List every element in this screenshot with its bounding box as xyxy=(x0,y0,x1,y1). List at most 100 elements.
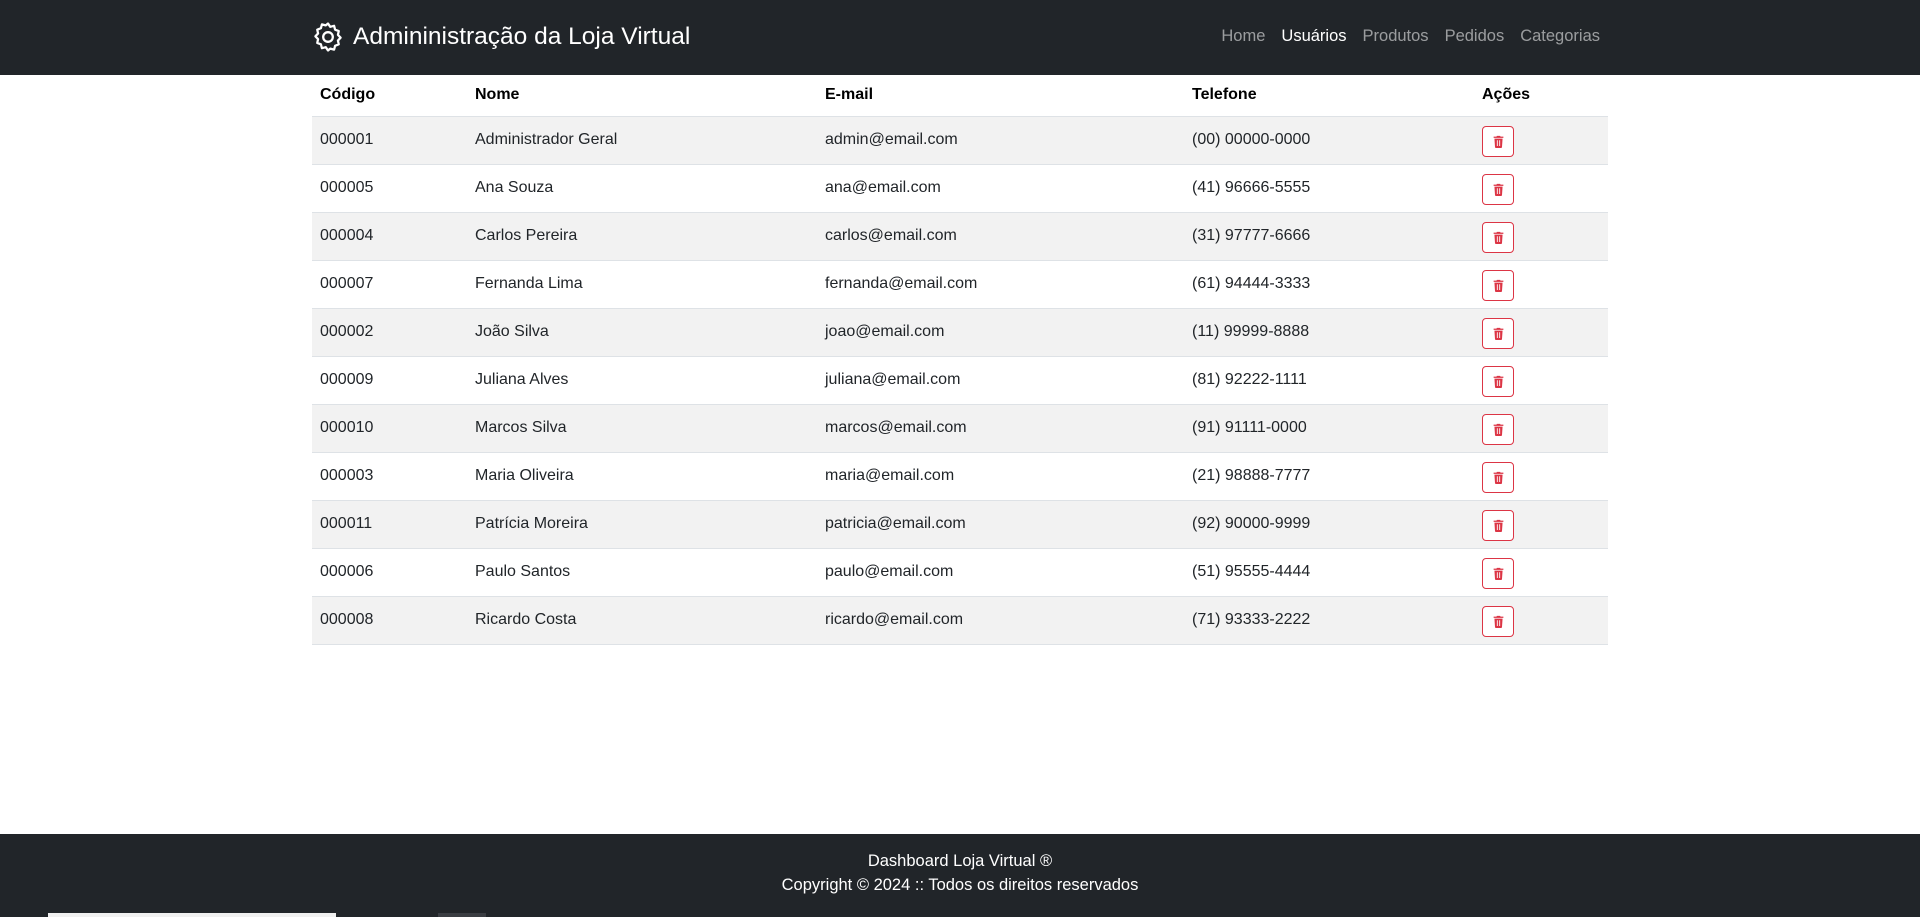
cell-phone: (81) 92222-1111 xyxy=(1184,356,1474,405)
trash-icon xyxy=(1492,423,1505,436)
delete-user-button[interactable] xyxy=(1482,318,1514,349)
trash-icon xyxy=(1492,375,1505,388)
brand-link[interactable]: Admininistração da Loja Virtual xyxy=(311,18,690,56)
nav-link-usuarios[interactable]: Usuários xyxy=(1281,27,1346,46)
cell-name: Fernanda Lima xyxy=(467,260,817,309)
table-row: 000005 Ana Souza ana@email.com (41) 96666-5… xyxy=(312,164,1608,213)
delete-user-button[interactable] xyxy=(1482,270,1514,301)
taskbar-strip-dark xyxy=(438,913,486,917)
cell-actions xyxy=(1474,212,1608,261)
cell-name: João Silva xyxy=(467,308,817,357)
cell-phone: (00) 00000-0000 xyxy=(1184,116,1474,165)
cell-phone: (51) 95555-4444 xyxy=(1184,548,1474,597)
trash-icon xyxy=(1492,279,1505,292)
cell-code: 000008 xyxy=(312,596,467,645)
trash-icon xyxy=(1492,567,1505,580)
table-row: 000004 Carlos Pereira carlos@email.com (31)… xyxy=(312,212,1608,261)
cell-actions xyxy=(1474,500,1608,549)
cell-phone: (11) 99999-8888 xyxy=(1184,308,1474,357)
cell-phone: (91) 91111-0000 xyxy=(1184,404,1474,453)
cell-phone: (61) 94444-3333 xyxy=(1184,260,1474,309)
header-actions: Ações xyxy=(1474,75,1608,117)
cell-email: juliana@email.com xyxy=(817,356,1184,405)
cell-phone: (71) 93333-2222 xyxy=(1184,596,1474,645)
cell-email: admin@email.com xyxy=(817,116,1184,165)
table-row: 000001 Administrador Geral admin@email.com… xyxy=(312,116,1608,165)
trash-icon xyxy=(1492,471,1505,484)
table-row: 000011 Patrícia Moreira patricia@email.com… xyxy=(312,500,1608,549)
cell-name: Ricardo Costa xyxy=(467,596,817,645)
header-phone: Telefone xyxy=(1184,75,1474,117)
trash-icon xyxy=(1492,615,1505,628)
table-row: 000003 Maria Oliveira maria@email.com (21) … xyxy=(312,452,1608,501)
delete-user-button[interactable] xyxy=(1482,558,1514,589)
table-row: 000010 Marcos Silva marcos@email.com (91) 9… xyxy=(312,404,1608,453)
cell-code: 000004 xyxy=(312,212,467,261)
cell-code: 000007 xyxy=(312,260,467,309)
cell-actions xyxy=(1474,308,1608,357)
delete-user-button[interactable] xyxy=(1482,174,1514,205)
trash-icon xyxy=(1492,327,1505,340)
cell-phone: (41) 96666-5555 xyxy=(1184,164,1474,213)
cell-code: 000001 xyxy=(312,116,467,165)
footer-title: Dashboard Loja Virtual ® xyxy=(867,852,1053,870)
cell-email: fernanda@email.com xyxy=(817,260,1184,309)
cell-email: ricardo@email.com xyxy=(817,596,1184,645)
delete-user-button[interactable] xyxy=(1482,126,1514,157)
gear-icon xyxy=(311,20,345,54)
cell-code: 000002 xyxy=(312,308,467,357)
cell-phone: (92) 90000-9999 xyxy=(1184,500,1474,549)
table-row: 000006 Paulo Santos paulo@email.com (51) 95… xyxy=(312,548,1608,597)
table-row: 000007 Fernanda Lima fernanda@email.com (61… xyxy=(312,260,1608,309)
trash-icon xyxy=(1492,231,1505,244)
delete-user-button[interactable] xyxy=(1482,222,1514,253)
cell-code: 000009 xyxy=(312,356,467,405)
cell-email: marcos@email.com xyxy=(817,404,1184,453)
cell-name: Juliana Alves xyxy=(467,356,817,405)
trash-icon xyxy=(1492,183,1505,196)
cell-name: Marcos Silva xyxy=(467,404,817,453)
cell-actions xyxy=(1474,404,1608,453)
cell-email: carlos@email.com xyxy=(817,212,1184,261)
cell-name: Ana Souza xyxy=(467,164,817,213)
cell-code: 000003 xyxy=(312,452,467,501)
cell-actions xyxy=(1474,356,1608,405)
cell-name: Carlos Pereira xyxy=(467,212,817,261)
page-footer: Dashboard Loja Virtual ® Copyright © 202… xyxy=(0,834,1920,917)
top-navbar: Admininistração da Loja Virtual Home Usu… xyxy=(0,0,1920,75)
nav-links: Home Usuários Produtos Pedidos Categoria… xyxy=(1221,23,1600,49)
cell-email: ana@email.com xyxy=(817,164,1184,213)
cell-code: 000010 xyxy=(312,404,467,453)
cell-name: Paulo Santos xyxy=(467,548,817,597)
footer-copyright: Copyright © 2024 :: Todos os direitos re… xyxy=(781,876,1139,894)
cell-actions xyxy=(1474,260,1608,309)
delete-user-button[interactable] xyxy=(1482,510,1514,541)
delete-user-button[interactable] xyxy=(1482,414,1514,445)
header-email: E-mail xyxy=(817,75,1184,117)
nav-link-home[interactable]: Home xyxy=(1221,27,1265,46)
taskbar-strip xyxy=(48,913,336,917)
trash-icon xyxy=(1492,135,1505,148)
cell-phone: (21) 98888-7777 xyxy=(1184,452,1474,501)
cell-code: 000011 xyxy=(312,500,467,549)
delete-user-button[interactable] xyxy=(1482,366,1514,397)
nav-link-categorias[interactable]: Categorias xyxy=(1520,27,1600,46)
header-name: Nome xyxy=(467,75,817,117)
nav-link-pedidos[interactable]: Pedidos xyxy=(1445,27,1505,46)
cell-email: maria@email.com xyxy=(817,452,1184,501)
cell-name: Patrícia Moreira xyxy=(467,500,817,549)
cell-email: paulo@email.com xyxy=(817,548,1184,597)
cell-name: Maria Oliveira xyxy=(467,452,817,501)
trash-icon xyxy=(1492,519,1505,532)
table-body: 000001 Administrador Geral admin@email.com… xyxy=(312,116,1608,645)
header-code: Código xyxy=(312,75,467,117)
users-table-container: Código Nome E-mail Telefone Ações 000001… xyxy=(312,75,1608,645)
delete-user-button[interactable] xyxy=(1482,462,1514,493)
cell-actions xyxy=(1474,452,1608,501)
cell-email: patricia@email.com xyxy=(817,500,1184,549)
cell-code: 000006 xyxy=(312,548,467,597)
nav-link-produtos[interactable]: Produtos xyxy=(1363,27,1429,46)
users-table: Código Nome E-mail Telefone Ações 000001… xyxy=(312,75,1608,645)
delete-user-button[interactable] xyxy=(1482,606,1514,637)
table-row: 000009 Juliana Alves juliana@email.com (81)… xyxy=(312,356,1608,405)
